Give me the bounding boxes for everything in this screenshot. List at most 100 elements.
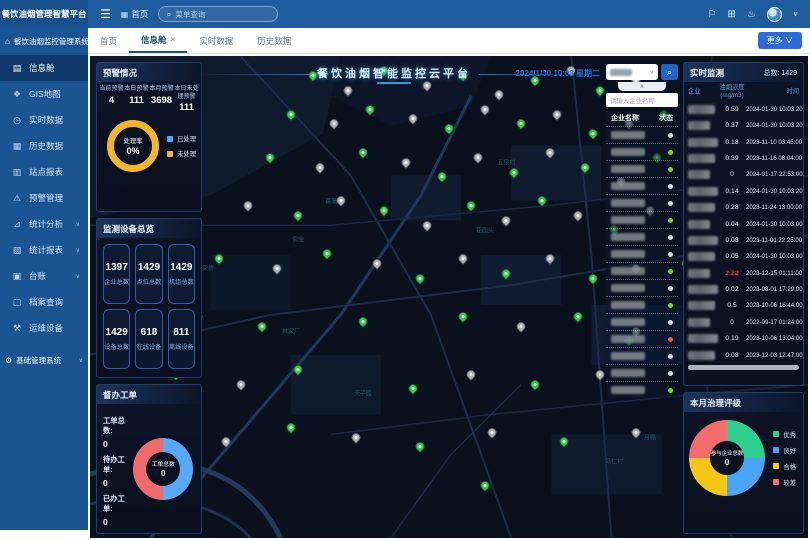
enterprise-row[interactable] [606,177,678,194]
enterprise-name-redacted [688,301,715,310]
close-icon[interactable]: × [171,35,176,44]
col-enterprise-name: 企业名称 [611,113,639,123]
map-place-label: 林家厂 [282,326,300,335]
enterprise-select[interactable]: ∨ [606,64,658,80]
sidebar-item-gis-map[interactable]: ❖ GIS地图 [0,81,88,107]
realtime-row[interactable]: 0.5 2023-10-06 16:44:00 [684,298,803,314]
sidebar-item-info-cabin[interactable]: ▤ 信息舱 [0,55,88,81]
enterprise-row[interactable] [606,143,678,160]
legend-item: 较差 [773,478,796,487]
devices-panel: 监测设备总览 1397企业总数 1429点位总数 1429机组总数 1429设备… [96,218,202,378]
realtime-row[interactable]: 0.37 2024-01-30 10:03:20 [684,117,803,133]
enterprise-row[interactable] [606,211,678,228]
workorder-donut: 工单总数 0 [133,438,193,500]
sidebar-item-archive-query[interactable]: ▢ 档案查询 [0,289,88,315]
selected-value-redacted [610,69,632,76]
device-stat-card: 1429设备总数 [103,309,130,369]
info-cabin-icon: ▤ [12,63,22,74]
menu-toggle-icon[interactable]: ☰ [100,7,111,21]
legend-item: 合格 [773,462,796,471]
sidebar-item-alarm-mgmt[interactable]: ⚠ 预警管理 [0,185,88,211]
topbar-actions: ⚐ ⊞ ♨ ∨ [708,7,810,22]
shield-icon[interactable]: ⚐ [708,9,717,20]
realtime-row[interactable]: 0 2022-09-17 01:24:00 [684,314,803,330]
status-dot [668,201,673,206]
enterprise-row[interactable] [606,330,678,347]
realtime-row[interactable]: 0 2024-01-17 22:53:00 [684,167,803,183]
enterprise-name-redacted [611,386,645,394]
enterprise-row[interactable] [606,160,678,177]
breadcrumb-label: 首页 [131,8,148,20]
tab-home[interactable]: 首页 [88,28,129,53]
enterprise-row[interactable] [606,347,678,364]
status-dot [668,133,673,138]
status-dot [668,354,673,359]
enterprise-row[interactable] [606,262,678,279]
sidebar-item-history-data[interactable]: ▦ 历史数据 [0,133,88,159]
realtime-row[interactable]: 0.08 2023-11-01 22:25:00 [684,232,803,248]
realtime-row[interactable]: 0.02 2023-08-01 17:29:00 [684,281,803,297]
status-dot [668,269,673,274]
realtime-row[interactable]: 2.22 2023-12-15 01:11:00 [684,265,803,281]
enterprise-row[interactable] [606,296,678,313]
enterprise-search-button[interactable]: ⌕ [661,64,678,80]
workorders-panel: 督办工单 工单总数:0 待办工单:0 已办工单:0 工单总数 0 [96,384,202,534]
sidebar-item-base-system[interactable]: ⚙ 基础管理系统 ∨ [0,347,88,374]
more-button[interactable]: 更多 ∨ [758,32,802,49]
enterprise-row[interactable] [606,245,678,262]
enterprise-name-redacted [688,318,710,327]
enterprise-name-redacted [611,216,645,224]
realtime-row[interactable]: 0.28 2023-11-24 13:00:00 [684,199,803,215]
status-dot [668,303,673,308]
enterprise-row[interactable] [606,381,678,398]
enterprise-name-redacted [611,284,645,292]
collapse-handle[interactable]: ∧ [618,82,666,91]
realtime-row[interactable]: 0.39 2023-11-16 08:04:00 [684,150,803,166]
breadcrumb[interactable]: ▦ 首页 [121,8,149,20]
enterprise-name-redacted [688,285,718,294]
realtime-row[interactable]: 0.59 2024-01-30 10:03:20 [684,101,803,117]
sidebar-item-stat-analysis[interactable]: ⊿ 统计分析 ∨ [0,211,88,237]
sidebar-system-header[interactable]: ⌂ 餐饮油烟监控管理系统 ∧ [0,28,88,55]
tab-history-data[interactable]: 历史数据 [245,28,303,53]
realtime-row[interactable]: 0.05 2024-01-30 10:03:00 [684,249,803,265]
apps-icon[interactable]: ⊞ [728,9,736,20]
dashboard: 西白城135号姚家桥紫金菖蒲线林家厂天子殿长深高速花园头五泉村马仁村月路 餐饮油… [90,56,808,538]
legend-item: 优秀 [773,430,796,439]
enterprise-name-redacted [611,182,645,190]
tab-info-cabin[interactable]: 信息舱 × [129,28,187,53]
enterprise-row[interactable] [606,194,678,211]
chevron-down-icon: ∨ [79,357,83,364]
user-menu-chevron-icon[interactable]: ∨ [793,10,798,18]
realtime-row[interactable]: 0.19 2023-10-06 13:04:00 [684,331,803,347]
sidebar-item-ops-device[interactable]: ⚒ 运维设备 [0,315,88,341]
gis-map-icon: ❖ [12,89,22,100]
enterprise-list: 企业名称 状态 [606,110,678,398]
content-area: 西白城135号姚家桥紫金菖蒲线林家厂天子殿长深高速花园头五泉村马仁村月路 餐饮油… [88,54,810,540]
workorder-stat: 已办工单:0 [103,494,133,527]
flame-icon[interactable]: ♨ [747,9,756,20]
alerts-panel: 预警情况 当前预警4 本日预警111 本月预警3698 本日未处理预警111 处… [96,62,202,212]
avatar[interactable] [767,7,782,22]
horizontal-scrollbar[interactable] [688,365,799,370]
realtime-row[interactable]: 0.08 2023-12-03 12:47:00 [684,347,803,363]
tab-realtime-data[interactable]: 实时数据 [187,28,245,53]
realtime-panel: 实时监测 总数: 1429 企业 油烟浓度 (mg/m3) 时间 0.59 20… [683,62,804,386]
enterprise-row[interactable] [606,228,678,245]
devices-title: 监测设备总览 [103,223,154,235]
realtime-row[interactable]: 0.04 2024-01-30 10:03:00 [684,216,803,232]
sidebar-item-realtime-data[interactable]: ◷ 实时数据 [0,107,88,133]
enterprise-name-input[interactable]: 请输入企业名称 [606,93,678,107]
menu-search-input[interactable]: ⌕ 菜单查询 [158,6,278,22]
enterprise-row[interactable] [606,313,678,330]
enterprise-row[interactable] [606,126,678,143]
sidebar-item-stat-report[interactable]: ▧ 统计报表 ∨ [0,237,88,263]
realtime-row[interactable]: 0.18 2023-11-10 03:45:00 [684,134,803,150]
status-dot [668,337,673,342]
sidebar-item-ledger[interactable]: ▣ 台账 ∨ [0,263,88,289]
realtime-row[interactable]: 0.14 2024-01-30 10:03:20 [684,183,803,199]
enterprise-row[interactable] [606,364,678,381]
enterprise-name-redacted [688,121,710,130]
sidebar-item-station-report[interactable]: ▥ 站点报表 [0,159,88,185]
enterprise-row[interactable] [606,279,678,296]
